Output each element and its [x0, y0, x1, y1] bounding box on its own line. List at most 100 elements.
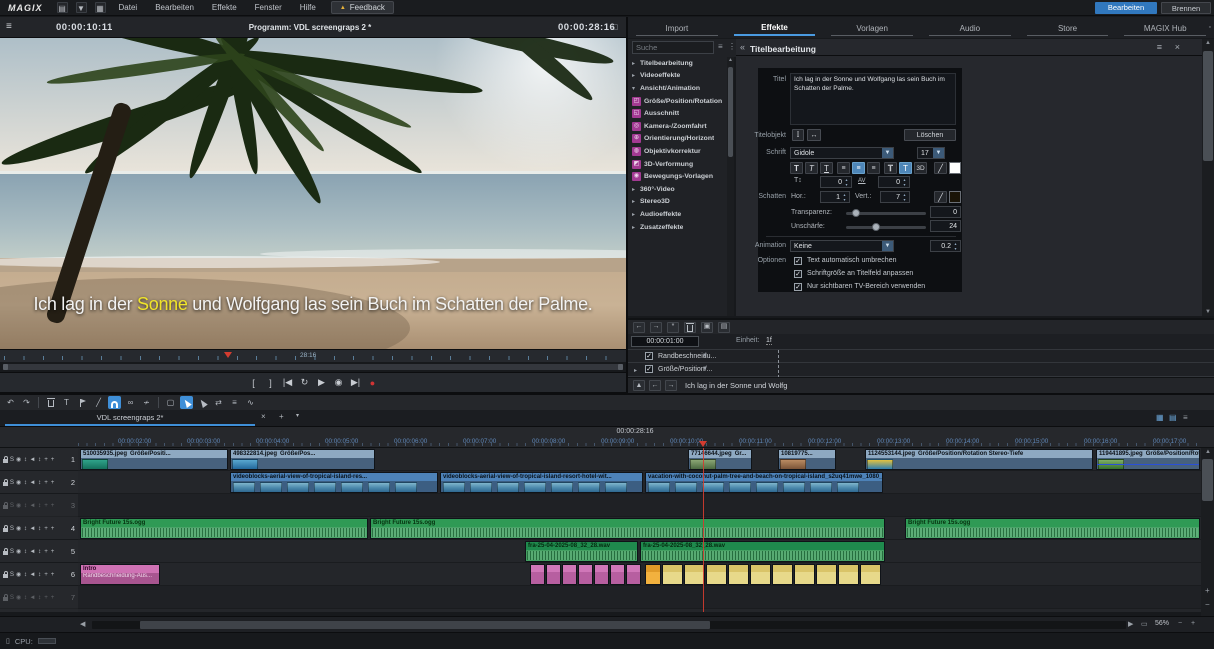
tab-magix-hub[interactable]: MAGIX Hub	[1124, 24, 1206, 36]
track-2-audio-mute-button[interactable]: ◄	[29, 479, 35, 486]
tab-menu-icon[interactable]: ▾	[296, 412, 299, 419]
option-nur-sichtbaren-tv-bereich-verwenden[interactable]: ✓Nur sichtbaren TV-Bereich verwenden	[794, 280, 959, 293]
clip-yellow[interactable]	[838, 564, 859, 585]
object-mode-button[interactable]: ⇄	[212, 396, 225, 409]
chevron-down-icon[interactable]: ▼	[702, 353, 708, 359]
curve-button[interactable]: ∿	[244, 396, 257, 409]
zoom-object-button[interactable]: ▢	[164, 396, 177, 409]
track-7-audio-mute-button[interactable]: ◄	[29, 594, 35, 601]
track-3-height-button[interactable]: ↕	[37, 502, 42, 509]
undo-button[interactable]: ↶	[4, 396, 17, 409]
open-project-icon[interactable]: ▼	[76, 2, 87, 13]
clip-vacation-with-coconut-palm-tree-and-beach-on-tropical-island-s2uq41mwe-1080-d-mp4[interactable]: vacation-with-coconut-palm-tree-and-beac…	[645, 472, 883, 493]
video-preview[interactable]: Ich lag in der Sonne und Wolfgang las se…	[0, 38, 626, 349]
unit-value[interactable]: 1f	[766, 337, 772, 345]
track-1-height-button[interactable]: ↕	[37, 456, 42, 463]
expand-icon[interactable]: ▸	[634, 367, 637, 374]
transparency-value-box[interactable]: 0	[930, 206, 961, 218]
scroll-up-icon[interactable]: ▲	[1205, 449, 1211, 455]
add-keyframe-button[interactable]: *	[667, 322, 679, 333]
menu-fenster[interactable]: Fenster	[246, 3, 291, 12]
track-5-video-hide-button[interactable]: ◉	[16, 548, 21, 555]
clip-fra-25-04-2025-08-32-28-wav[interactable]: fra-25-04-2025-08_32_28.wav	[525, 541, 638, 562]
chevron-down-icon[interactable]: ▼	[882, 148, 893, 158]
spinner-icons[interactable]: ▴▾	[841, 192, 848, 202]
track-2-lock-button[interactable]	[3, 479, 8, 486]
track-4-transition-button[interactable]: ↕	[23, 525, 28, 532]
clip-videoblocks-aerial-view-of-tropical-island-res[interactable]: videoblocks-aerial-view-of-tropical-isla…	[230, 472, 438, 493]
clip-pinkmini[interactable]	[594, 564, 609, 585]
fx-item-objektivkorrektur[interactable]: ◍Objektivkorrektur	[628, 145, 734, 158]
fx-group-audioeffekte[interactable]: ▸Audioeffekte	[628, 208, 734, 221]
align-left-button[interactable]: ≡	[837, 162, 850, 174]
group-button[interactable]: ∞	[124, 396, 137, 409]
ungroup-button[interactable]: ≁	[140, 396, 153, 409]
play-button[interactable]: ▶	[317, 377, 327, 388]
track-3-fx-button[interactable]: +	[44, 502, 49, 509]
feedback-button[interactable]: ▲ Feedback	[331, 1, 394, 14]
zoom-out-icon[interactable]: −	[1178, 620, 1182, 627]
clip-bright-future-15s-ogg[interactable]: Bright Future 15s.ogg	[370, 518, 885, 539]
preview-scrollbar-handle[interactable]	[3, 364, 623, 370]
font-family-select[interactable]: Gidole▼	[790, 147, 894, 159]
view-menu-icon[interactable]: ≡	[1183, 413, 1188, 422]
track-7-solo-button[interactable]: S	[10, 594, 15, 601]
track-6-transition-button[interactable]: ↕	[23, 571, 28, 578]
search-input[interactable]	[632, 41, 714, 54]
copy-keyframe-button[interactable]: ▣	[701, 322, 713, 333]
razor-button[interactable]: ╱	[92, 396, 105, 409]
chevron-down-icon[interactable]: ▼	[882, 241, 893, 251]
track-1-video-hide-button[interactable]: ◉	[16, 456, 21, 463]
tab-effekte[interactable]: Effekte	[734, 23, 816, 36]
font-size-select[interactable]: 17▼	[917, 147, 945, 159]
line-spacing-input[interactable]: 0▴▾	[820, 176, 852, 188]
menu-effekte[interactable]: Effekte	[203, 3, 246, 12]
object-prev-icon[interactable]: ←	[649, 380, 661, 391]
panel-scrollbar[interactable]: ▲ ▼	[1202, 39, 1214, 316]
title-overlay-text[interactable]: Ich lag in der Sonne und Wolfgang las se…	[0, 294, 626, 315]
clip-intro[interactable]: IntroRandbeschneidung-Aus...	[80, 564, 160, 585]
italic-button[interactable]: T	[805, 162, 818, 174]
track-4-solo-button[interactable]: S	[10, 525, 15, 532]
track-6-lock-button[interactable]	[3, 571, 8, 578]
shadow-hor-input[interactable]: 1▴▾	[820, 191, 850, 203]
spinner-icons[interactable]: ▴▾	[901, 192, 908, 202]
scroll-cap-right[interactable]	[618, 364, 623, 370]
track-5-lock-button[interactable]	[3, 548, 8, 555]
track-5-fx-button[interactable]: +	[44, 548, 49, 555]
keyframe-row-2[interactable]: ▸ ✓ Größe/Position/... ▼	[628, 363, 1214, 377]
clip-videoblocks-aerial-view-of-tropical-island-resort-hotel-wit[interactable]: videoblocks-aerial-view-of-tropical-isla…	[440, 472, 643, 493]
text-cursor-tool-icon[interactable]: I	[792, 129, 804, 141]
fit-view-icon[interactable]: ▭	[1141, 620, 1148, 628]
track-2-height-button[interactable]: ↕	[37, 479, 42, 486]
clip-pinkmini[interactable]	[546, 564, 561, 585]
track-3-solo-button[interactable]: S	[10, 502, 15, 509]
clip-fra-25-04-2025-08-32-28-wav[interactable]: fra-25-04-2025-08_32_28.wav	[640, 541, 885, 562]
track-6-height-button[interactable]: ↕	[37, 571, 42, 578]
fx-item-orientierung-horizont[interactable]: ⊕Orientierung/Horizont	[628, 133, 734, 146]
track-5-transition-button[interactable]: ↕	[23, 548, 28, 555]
transparency-slider-knob[interactable]	[852, 209, 860, 217]
track-7-video-hide-button[interactable]: ◉	[16, 594, 21, 601]
transparency-slider[interactable]	[846, 212, 926, 215]
scroll-cap-left[interactable]	[3, 364, 8, 370]
fx-item-3d-verformung[interactable]: ◩3D-Verformung	[628, 158, 734, 171]
tree-scrollbar[interactable]: ▲	[727, 57, 734, 316]
track-7-transition-button[interactable]: ↕	[23, 594, 28, 601]
checkbox-checked-icon[interactable]: ✓	[794, 270, 802, 278]
fx-item-ausschnitt[interactable]: ◱Ausschnitt	[628, 107, 734, 120]
track-2-move-button[interactable]: +	[50, 479, 55, 486]
kerning-icon[interactable]: AV	[858, 178, 866, 184]
underline-button[interactable]: T	[820, 162, 833, 174]
track-1-transition-button[interactable]: ↕	[23, 456, 28, 463]
align-center-button[interactable]: ≡	[852, 162, 865, 174]
menu-bearbeiten[interactable]: Bearbeiten	[146, 3, 203, 12]
spinner-icons[interactable]: ▴▾	[901, 177, 908, 187]
scroll-right-icon[interactable]: ▶	[1128, 620, 1133, 628]
clip-yellow[interactable]	[684, 564, 705, 585]
clip-pinkmini[interactable]	[530, 564, 545, 585]
loop-button[interactable]: ↻	[300, 377, 310, 388]
clip-pinkmini[interactable]	[562, 564, 577, 585]
timeline-vscrollbar-thumb[interactable]	[1202, 459, 1213, 501]
filter-icon[interactable]: ⋮	[728, 42, 736, 51]
